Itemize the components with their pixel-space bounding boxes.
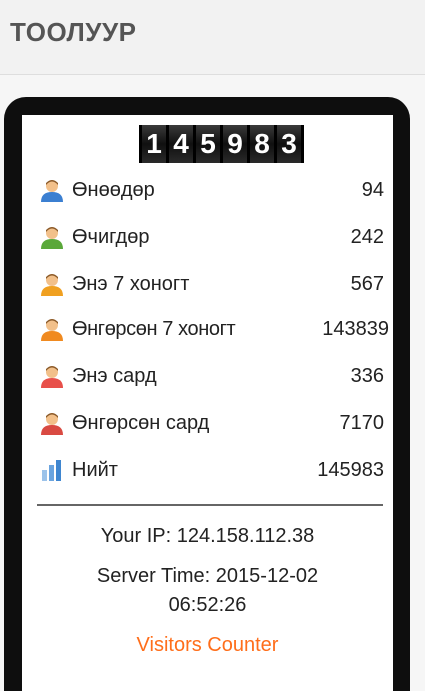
- odometer-digit: 3: [277, 125, 301, 163]
- ip-text: Your IP: 124.158.112.38: [100, 525, 315, 547]
- stat-row-this-week: Энэ 7 хоногт 567: [22, 266, 393, 302]
- user-orange-icon: [41, 274, 63, 296]
- visitor-counter-panel: 1 4 5 9 8 3 Өнөөдөр 94 Өчигдөр 242 Энэ 7…: [22, 115, 393, 691]
- odometer-digit: 4: [169, 125, 193, 163]
- stat-label: Энэ 7 хоногт: [72, 273, 190, 295]
- stat-row-today: Өнөөдөр 94: [22, 172, 393, 208]
- stat-value: 567: [350, 273, 384, 295]
- stat-value: 94: [361, 179, 384, 201]
- stat-row-total: Нийт 145983: [22, 452, 393, 488]
- stat-label: Өчигдөр: [72, 226, 150, 248]
- stat-row-last-week: Өнгөрсөн 7 хоногт 143839: [22, 311, 393, 347]
- stat-value: 7170: [339, 412, 385, 434]
- page-title: ТООЛУУР: [10, 17, 137, 47]
- bar-chart-icon: [42, 460, 61, 481]
- user-red-icon: [41, 366, 63, 388]
- odometer-digit: 5: [196, 125, 220, 163]
- user-orange-icon: [41, 319, 63, 341]
- stat-label: Өнгөрсөн 7 хоногт: [72, 318, 236, 340]
- stat-label: Өнөөдөр: [72, 179, 155, 201]
- odometer-digit: 9: [223, 125, 247, 163]
- stat-label: Өнгөрсөн сард: [72, 412, 210, 434]
- user-blue-icon: [41, 180, 63, 202]
- divider: [37, 504, 383, 506]
- stat-value: 242: [350, 226, 384, 248]
- stat-row-yesterday: Өчигдөр 242: [22, 219, 393, 255]
- stat-label: Нийт: [72, 459, 118, 481]
- server-time-text: Server Time: 2015-12-02: [96, 565, 319, 587]
- stat-value: 336: [350, 365, 384, 387]
- user-green-icon: [41, 227, 63, 249]
- stat-label: Энэ сард: [72, 365, 157, 387]
- odometer-digit: 8: [250, 125, 274, 163]
- stat-row-this-month: Энэ сард 336: [22, 358, 393, 394]
- user-red-icon: [41, 413, 63, 435]
- stat-value: 145983: [317, 459, 384, 481]
- odometer: 1 4 5 9 8 3: [139, 125, 304, 163]
- odometer-digit: 1: [142, 125, 166, 163]
- server-time-clock: 06:52:26: [168, 594, 247, 616]
- header: ТООЛУУР: [0, 0, 425, 75]
- stat-row-last-month: Өнгөрсөн сард 7170: [22, 405, 393, 441]
- visitors-counter-link[interactable]: Visitors Counter: [22, 630, 393, 660]
- stat-value: 143839: [322, 318, 389, 340]
